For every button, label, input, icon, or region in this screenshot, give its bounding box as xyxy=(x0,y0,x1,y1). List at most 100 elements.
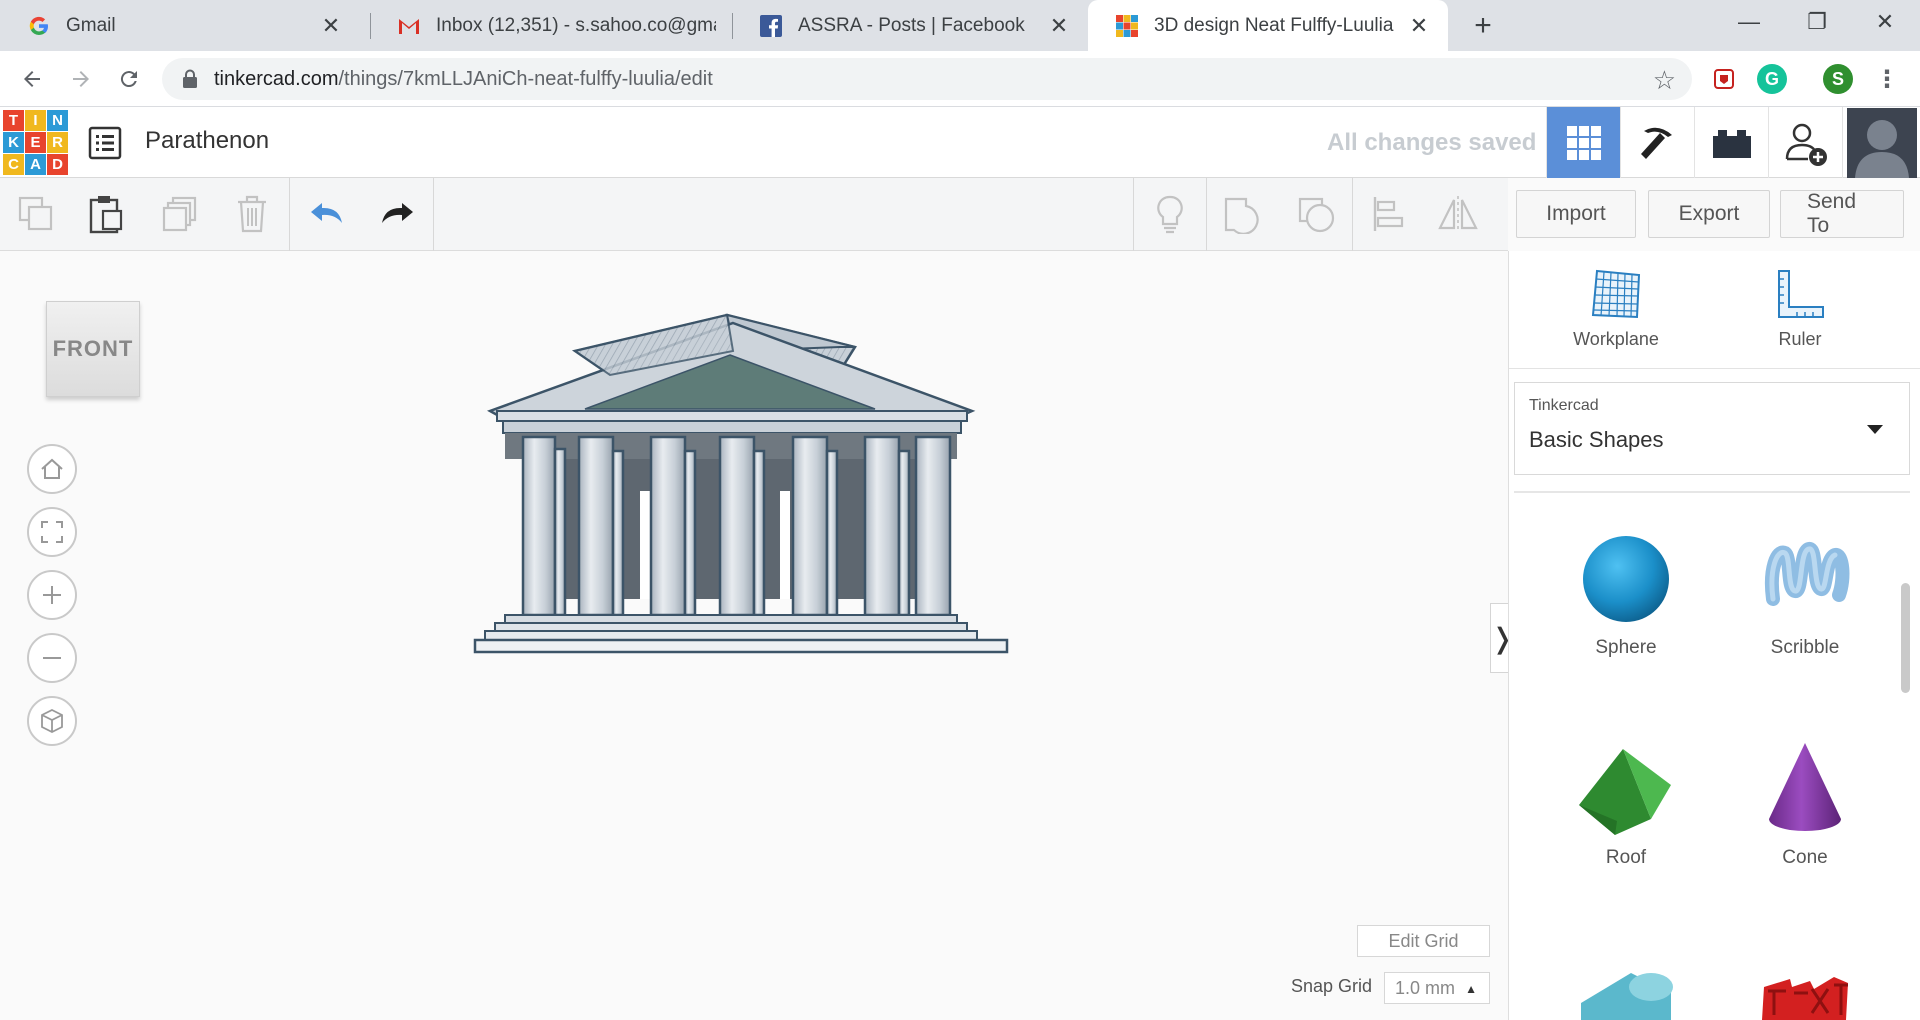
url-host: tinkercad.com xyxy=(214,67,339,90)
perspective-cube-icon xyxy=(41,708,63,734)
invite-user-button[interactable] xyxy=(1768,107,1842,178)
user-avatar[interactable] xyxy=(1842,107,1920,178)
gmail-icon xyxy=(398,15,420,37)
reload-button[interactable] xyxy=(111,61,147,97)
caret-up-icon: ▲ xyxy=(1465,982,1477,996)
extension-shield-icon[interactable] xyxy=(1709,64,1739,94)
shape-cone[interactable]: Cone xyxy=(1730,739,1880,869)
blocks-button[interactable] xyxy=(1620,107,1694,178)
zoom-in-button[interactable] xyxy=(27,570,77,620)
tinkercad-logo[interactable]: T I N K E R C A D xyxy=(3,110,69,175)
tab-title: Inbox (12,351) - s.sahoo.co@gma xyxy=(436,14,716,36)
close-tab-icon[interactable]: ✕ xyxy=(1406,13,1432,39)
duplicate-button[interactable] xyxy=(158,192,202,236)
lock-icon xyxy=(182,69,198,89)
shape-cylinder-partial[interactable] xyxy=(1551,963,1701,1020)
shape-scribble[interactable]: Scribble xyxy=(1730,529,1880,659)
bricks-button[interactable] xyxy=(1694,107,1768,178)
close-tab-icon[interactable]: ✕ xyxy=(318,13,344,39)
workplane-tool[interactable]: Workplane xyxy=(1556,267,1676,350)
group-button[interactable] xyxy=(1220,192,1264,236)
fit-all-icon xyxy=(41,521,63,543)
align-button[interactable] xyxy=(1366,192,1410,236)
parthenon-model[interactable] xyxy=(465,311,1025,671)
design-list-icon[interactable] xyxy=(88,126,122,160)
tab-title: ASSRA - Posts | Facebook xyxy=(798,14,1025,36)
brick-icon xyxy=(1712,129,1751,158)
export-button[interactable]: Export xyxy=(1648,190,1770,238)
ungroup-button[interactable] xyxy=(1294,192,1338,236)
cylinder-icon xyxy=(1581,973,1673,1020)
delete-button[interactable] xyxy=(230,192,274,236)
ungroup-icon xyxy=(1298,197,1335,233)
view-cube-front-face[interactable]: FRONT xyxy=(46,301,140,397)
url-field[interactable]: tinkercad.com/things/7kmLLJAniCh-neat-fu… xyxy=(162,58,1692,100)
view-cube[interactable]: FRONT xyxy=(44,301,142,401)
new-tab-button[interactable]: + xyxy=(1466,9,1500,43)
forward-button[interactable] xyxy=(63,61,99,97)
close-window-icon[interactable]: ✕ xyxy=(1862,0,1908,44)
library-name: Basic Shapes xyxy=(1529,427,1664,452)
shape-sphere[interactable]: Sphere xyxy=(1551,529,1701,659)
ruler-label: Ruler xyxy=(1778,329,1822,349)
tab-tinkercad-active[interactable]: 3D design Neat Fulffy-Luulia | Tin ✕ xyxy=(1088,0,1448,51)
profile-initial: S xyxy=(1831,68,1844,89)
undo-icon xyxy=(311,203,342,223)
tab-gmail[interactable]: Gmail ✕ xyxy=(0,0,360,51)
grammarly-icon[interactable]: G xyxy=(1757,64,1787,94)
shapes-panel: Workplane Ruler Tinkercad Basic Shapes S… xyxy=(1508,251,1920,1020)
3d-view-button[interactable] xyxy=(1546,107,1620,178)
logo-letter: D xyxy=(47,154,68,175)
back-button[interactable] xyxy=(14,61,50,97)
restore-icon[interactable]: ❐ xyxy=(1794,0,1840,44)
tab-facebook[interactable]: ASSRA - Posts | Facebook ✕ xyxy=(732,0,1088,51)
profile-avatar[interactable]: S xyxy=(1823,64,1853,94)
toolbar-divider xyxy=(1352,178,1353,251)
copy-button[interactable] xyxy=(14,192,58,236)
projection-button[interactable] xyxy=(27,696,77,746)
send-to-button[interactable]: Send To xyxy=(1780,190,1904,238)
import-button[interactable]: Import xyxy=(1516,190,1636,238)
zoom-in-icon xyxy=(43,586,61,604)
zoom-out-button[interactable] xyxy=(27,633,77,683)
browser-menu-icon[interactable]: ⋮ xyxy=(1872,64,1902,94)
tinkercad-icon xyxy=(1116,14,1138,37)
edit-grid-button[interactable]: Edit Grid xyxy=(1357,925,1490,957)
copy-icon xyxy=(18,196,53,231)
scribble-icon xyxy=(1765,541,1850,606)
shape-roof[interactable]: Roof xyxy=(1551,739,1701,869)
snap-grid-value: 1.0 mm xyxy=(1395,977,1456,998)
notes-button[interactable] xyxy=(1148,192,1192,236)
logo-letter: C xyxy=(3,154,24,175)
library-provider: Tinkercad xyxy=(1529,397,1599,414)
clipboard-icon xyxy=(89,196,123,234)
undo-button[interactable] xyxy=(305,192,349,236)
snap-grid-select[interactable]: 1.0 mm ▲ xyxy=(1384,972,1490,1004)
panel-scrollbar[interactable] xyxy=(1901,583,1910,693)
paste-button[interactable] xyxy=(84,192,128,236)
ruler-tool[interactable]: Ruler xyxy=(1740,267,1860,350)
bookmark-star-icon[interactable]: ☆ xyxy=(1653,65,1676,96)
group-icon xyxy=(1224,197,1259,234)
close-tab-icon[interactable]: ✕ xyxy=(1046,13,1072,39)
cone-icon xyxy=(1769,743,1841,831)
logo-letter: N xyxy=(47,110,68,131)
logo-letter: E xyxy=(25,132,46,153)
workplane-canvas[interactable]: FRONT ❭ Edit Grid Snap Grid 1.0 mm ▲ xyxy=(0,251,1514,1020)
shape-text-partial[interactable] xyxy=(1730,967,1880,1020)
redo-button[interactable] xyxy=(375,192,419,236)
workplane-icon xyxy=(1591,269,1641,319)
minimize-icon[interactable]: — xyxy=(1726,0,1772,44)
design-name[interactable]: Parathenon xyxy=(145,127,269,155)
fit-view-button[interactable] xyxy=(27,507,77,557)
shape-library-select[interactable]: Tinkercad Basic Shapes xyxy=(1514,382,1910,475)
tab-inbox[interactable]: Inbox (12,351) - s.sahoo.co@gma xyxy=(370,0,732,51)
workplane-label: Workplane xyxy=(1573,329,1659,349)
mirror-button[interactable] xyxy=(1436,192,1480,236)
panel-divider xyxy=(1514,491,1910,493)
facebook-icon xyxy=(760,14,782,37)
back-arrow-icon xyxy=(24,71,40,87)
toolbar-divider xyxy=(289,178,290,251)
home-view-button[interactable] xyxy=(27,444,77,494)
edit-toolbar xyxy=(0,178,1508,251)
